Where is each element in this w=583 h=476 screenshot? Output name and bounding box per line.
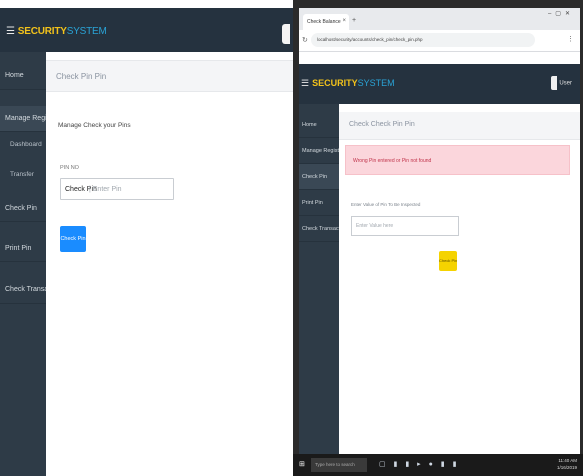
user-label: User	[559, 80, 572, 87]
sidebar-item-check-pin[interactable]: Check Pin	[299, 164, 339, 190]
page-header: Check Check Pin Pin	[339, 112, 580, 140]
sidebar-item-manage-registrations[interactable]: Manage Registrations	[0, 106, 46, 132]
left-screenshot-pane: ☰SECURITYSYSTEM Home Manage Registration…	[0, 0, 293, 476]
system-tray-clock[interactable]: 11:40 AM 1/16/2019	[557, 457, 577, 471]
brand-logo[interactable]: ☰ SECURITYSYSTEM	[301, 78, 395, 89]
sidebar-item-home[interactable]: Home	[0, 62, 46, 90]
browser-menu-icon[interactable]: ⋮	[567, 35, 574, 43]
error-alert: Wrong Pin entered or Pin not found	[345, 145, 570, 175]
sidebar-subitem-transfer[interactable]: Transfer	[0, 168, 46, 182]
sidebar-item-print-pin[interactable]: Print Pin	[299, 190, 339, 216]
check-pin-button[interactable]: Check Pin	[439, 251, 457, 271]
brand-name-part2: SYSTEM	[66, 26, 107, 37]
brand-name-part1: SECURITY	[312, 78, 358, 88]
sidebar-item-check-transaction[interactable]: Check Transaction	[0, 276, 46, 304]
brand-logo[interactable]: ☰ SECURITYSYSTEM	[6, 26, 107, 37]
sidebar-item-check-pin[interactable]: Check Pin	[0, 196, 46, 222]
check-pin-button[interactable]: Check Pin	[60, 226, 86, 252]
brand-name-part2: SYSTEM	[357, 78, 395, 88]
pin-input-placeholder: Enter Value here	[356, 223, 394, 229]
taskbar-search[interactable]: Type here to search	[311, 458, 367, 472]
page-title: Check Check Pin Pin	[349, 121, 415, 128]
page-message: Manage Check your Pins	[58, 122, 131, 129]
page-header: Check Pin Pin	[46, 60, 293, 92]
pin-input[interactable]: Enter Value here	[351, 216, 459, 236]
user-icon	[551, 76, 558, 90]
sidebar-item-manage-registrations[interactable]: Manage Registrations	[299, 138, 339, 164]
sidebar-item-home[interactable]: Home	[299, 112, 339, 138]
tray-date: 1/16/2019	[556, 465, 577, 470]
browser-window: Check Balance × + –▢✕ ↻ localhost/securi…	[299, 8, 580, 454]
os-taskbar: ⊞ Type here to search ▢ ▮ ▮ ▸ ● ▮ ▮ 11:4…	[293, 454, 583, 476]
menu-icon[interactable]: ☰	[6, 26, 15, 37]
menu-icon[interactable]: ☰	[301, 78, 309, 88]
sidebar-item-check-transaction[interactable]: Check Transaction	[299, 216, 339, 242]
sidebar: Home Manage Registrations Check Pin Prin…	[299, 104, 339, 454]
app-header: ☰ SECURITYSYSTEM User	[299, 64, 580, 104]
close-tab-icon[interactable]: ×	[342, 18, 346, 24]
reload-icon[interactable]: ↻	[302, 36, 308, 44]
browser-tab[interactable]: Check Balance ×	[303, 14, 349, 30]
pin-input-placeholder: | Enter Pin	[89, 186, 122, 193]
address-bar: ↻ localhost/security/accounts/check_pin/…	[299, 30, 580, 52]
tab-strip: Check Balance × + –▢✕	[299, 8, 580, 30]
tray-time: 11:40 AM	[558, 458, 577, 463]
user-icon[interactable]	[282, 24, 290, 44]
user-menu[interactable]: User	[551, 76, 572, 90]
app-header: ☰ SECURITYSYSTEM	[0, 8, 293, 52]
pin-field-label: PIN NO	[60, 165, 79, 171]
right-screenshot-pane: Check Balance × + –▢✕ ↻ localhost/securi…	[293, 0, 583, 476]
sidebar-subitem-dashboard[interactable]: Dashboard	[0, 138, 46, 152]
windows-start-icon[interactable]: ⊞	[299, 460, 305, 468]
taskbar-apps[interactable]: ▢ ▮ ▮ ▸ ● ▮ ▮	[379, 460, 459, 468]
main-content: Check Pin Pin Manage Check your Pins PIN…	[46, 52, 293, 476]
url-input[interactable]: localhost/security/accounts/check_pin/ch…	[311, 33, 535, 47]
sidebar: Home Manage Registrations Dashboard Tran…	[0, 52, 46, 476]
pin-field-label: Enter Value of Pin To Be Inspected	[351, 202, 421, 207]
brand-name-part1: SECURITY	[17, 26, 67, 37]
browser-tab-label: Check Balance	[307, 19, 341, 25]
pin-input[interactable]: Check Pin | Enter Pin	[60, 178, 174, 200]
new-tab-icon[interactable]: +	[352, 17, 356, 24]
main-content: Check Check Pin Pin Wrong Pin entered or…	[339, 104, 580, 454]
page-title: Check Pin Pin	[56, 72, 107, 81]
sidebar-item-print-pin[interactable]: Print Pin	[0, 236, 46, 262]
window-controls[interactable]: –▢✕	[548, 10, 574, 17]
